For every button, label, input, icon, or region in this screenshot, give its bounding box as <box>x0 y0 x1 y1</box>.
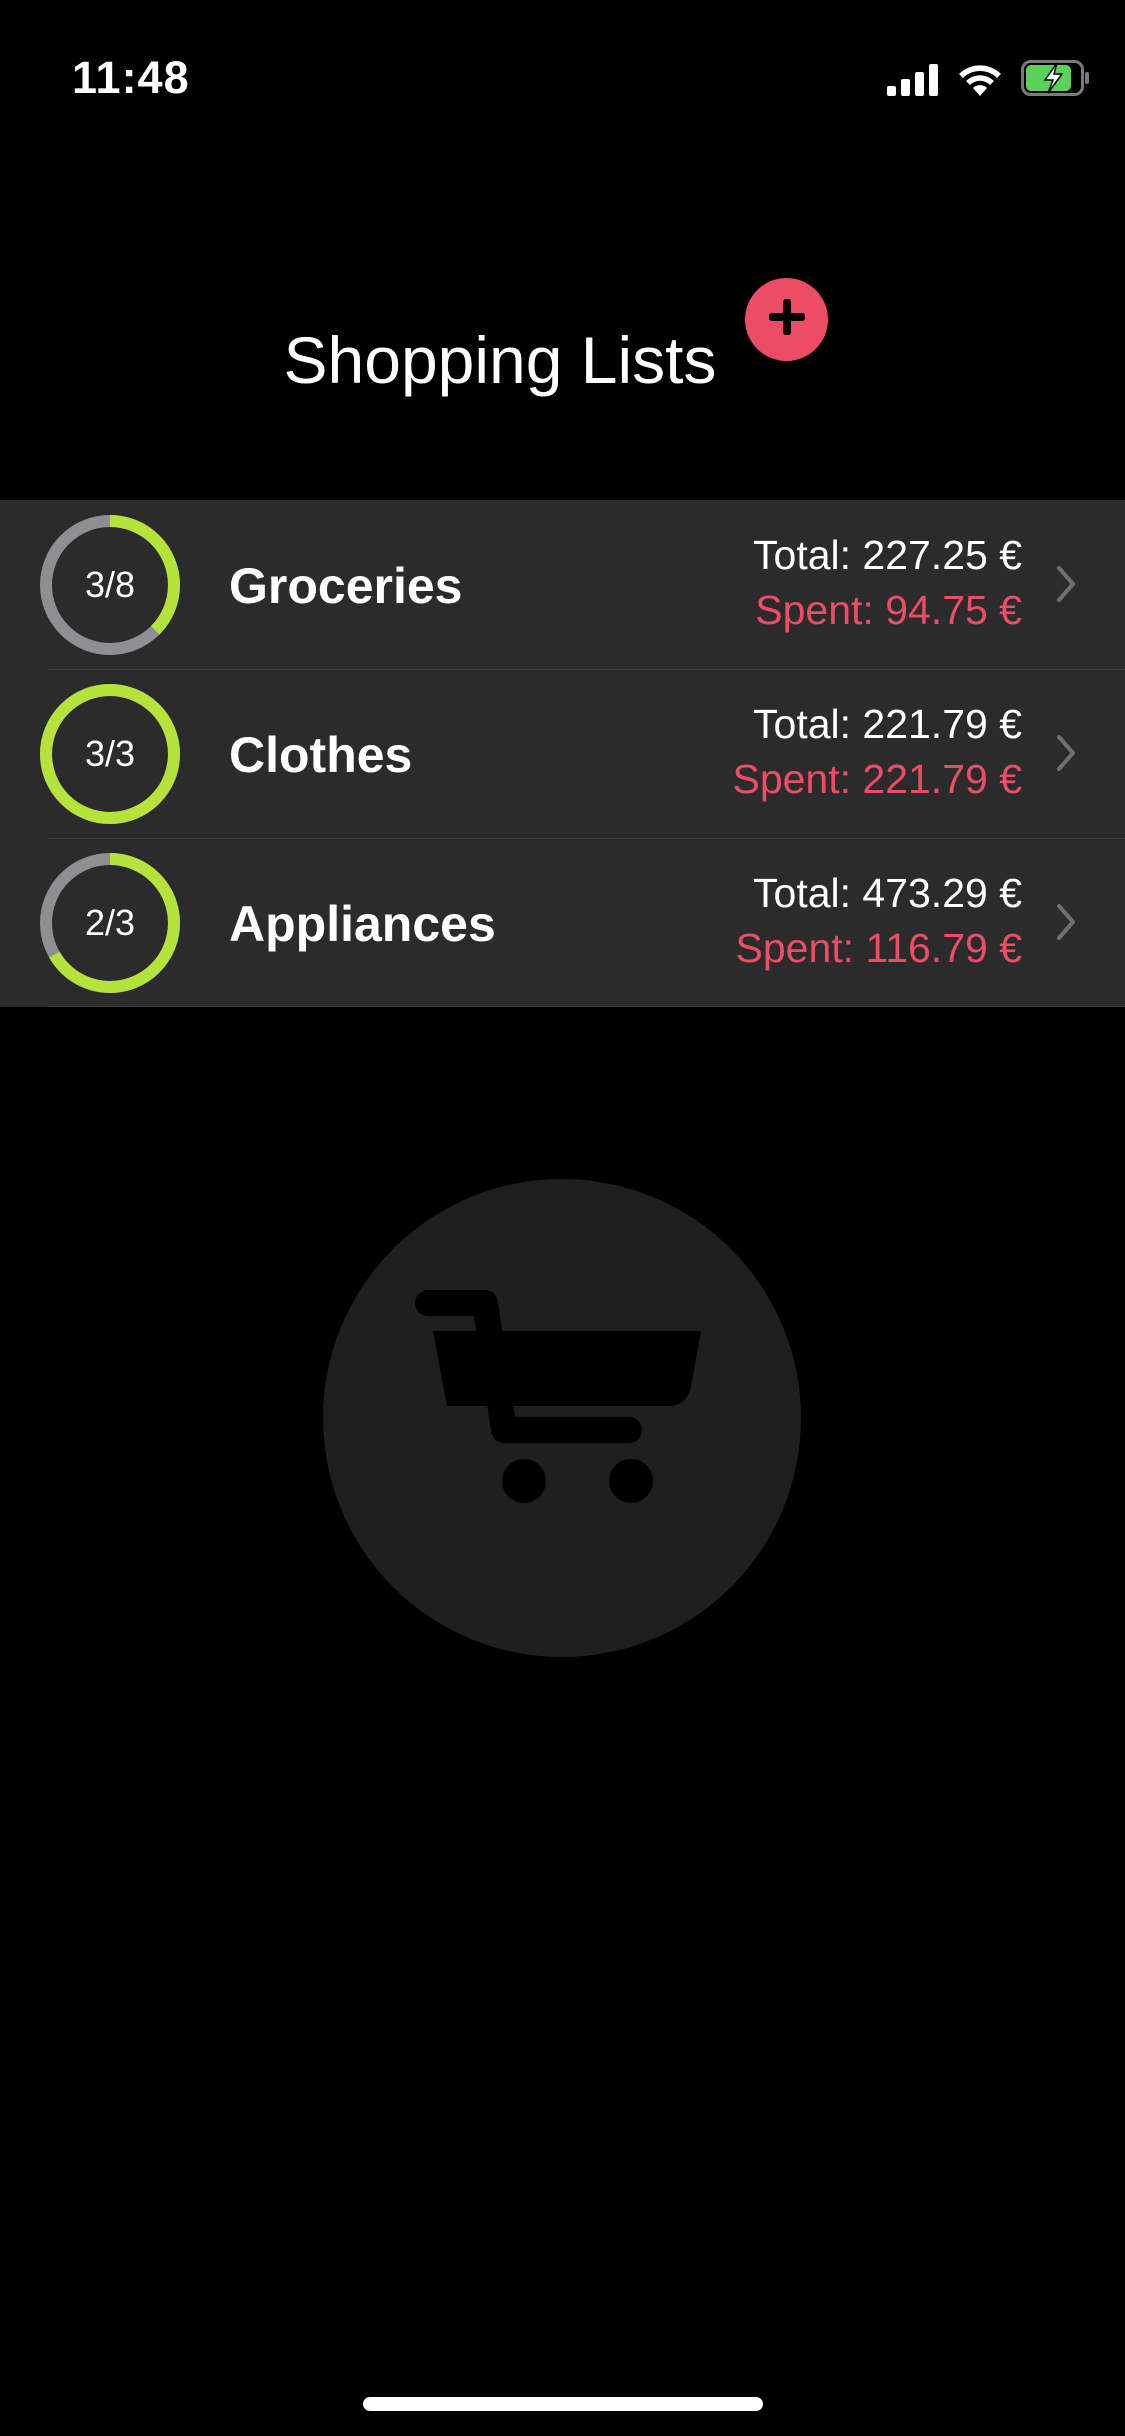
total-amount: Total: 221.79 € <box>753 701 1022 747</box>
wifi-icon <box>957 62 1003 101</box>
list-amounts: Total: 227.25 € Spent: 94.75 € <box>753 528 1022 638</box>
list-row-appliances[interactable]: 2/3 Appliances Total: 473.29 € Spent: 11… <box>0 838 1125 1007</box>
plus-icon <box>765 295 809 344</box>
cart-illustration <box>323 1179 801 1657</box>
list-name: Clothes <box>229 727 413 783</box>
chevron-right-icon <box>1057 904 1075 940</box>
status-time: 11:48 <box>72 52 190 103</box>
total-amount: Total: 473.29 € <box>753 870 1022 916</box>
status-icons <box>887 60 1091 101</box>
list-row-clothes[interactable]: 3/3 Clothes Total: 221.79 € Spent: 221.7… <box>0 669 1125 838</box>
progress-label: 2/3 <box>84 902 136 943</box>
chevron-right-icon <box>1057 566 1075 602</box>
list-name: Appliances <box>229 896 496 952</box>
status-bar: 11:48 <box>0 0 1125 150</box>
list-row-groceries[interactable]: 3/8 Groceries Total: 227.25 € Spent: 94.… <box>0 500 1125 669</box>
signal-icon <box>887 64 939 101</box>
chevron-right-icon <box>1057 735 1075 771</box>
list-amounts: Total: 473.29 € Spent: 116.79 € <box>736 866 1022 976</box>
cart-icon <box>415 1290 701 1503</box>
shopping-list-table: 3/8 Groceries Total: 227.25 € Spent: 94.… <box>0 500 1125 1007</box>
progress-label: 3/8 <box>84 564 136 605</box>
spent-amount: Spent: 94.75 € <box>755 587 1022 633</box>
spent-amount: Spent: 116.79 € <box>735 925 1022 971</box>
total-amount: Total: 227.25 € <box>753 532 1022 578</box>
list-name: Groceries <box>229 558 463 614</box>
spent-amount: Spent: 221.79 € <box>732 756 1022 802</box>
page-title: Shopping Lists <box>283 323 717 397</box>
progress-label: 3/3 <box>84 733 136 774</box>
add-list-button[interactable] <box>745 278 828 361</box>
battery-charging-icon <box>1021 60 1091 101</box>
home-indicator[interactable] <box>363 2397 763 2411</box>
list-amounts: Total: 221.79 € Spent: 221.79 € <box>732 697 1022 807</box>
